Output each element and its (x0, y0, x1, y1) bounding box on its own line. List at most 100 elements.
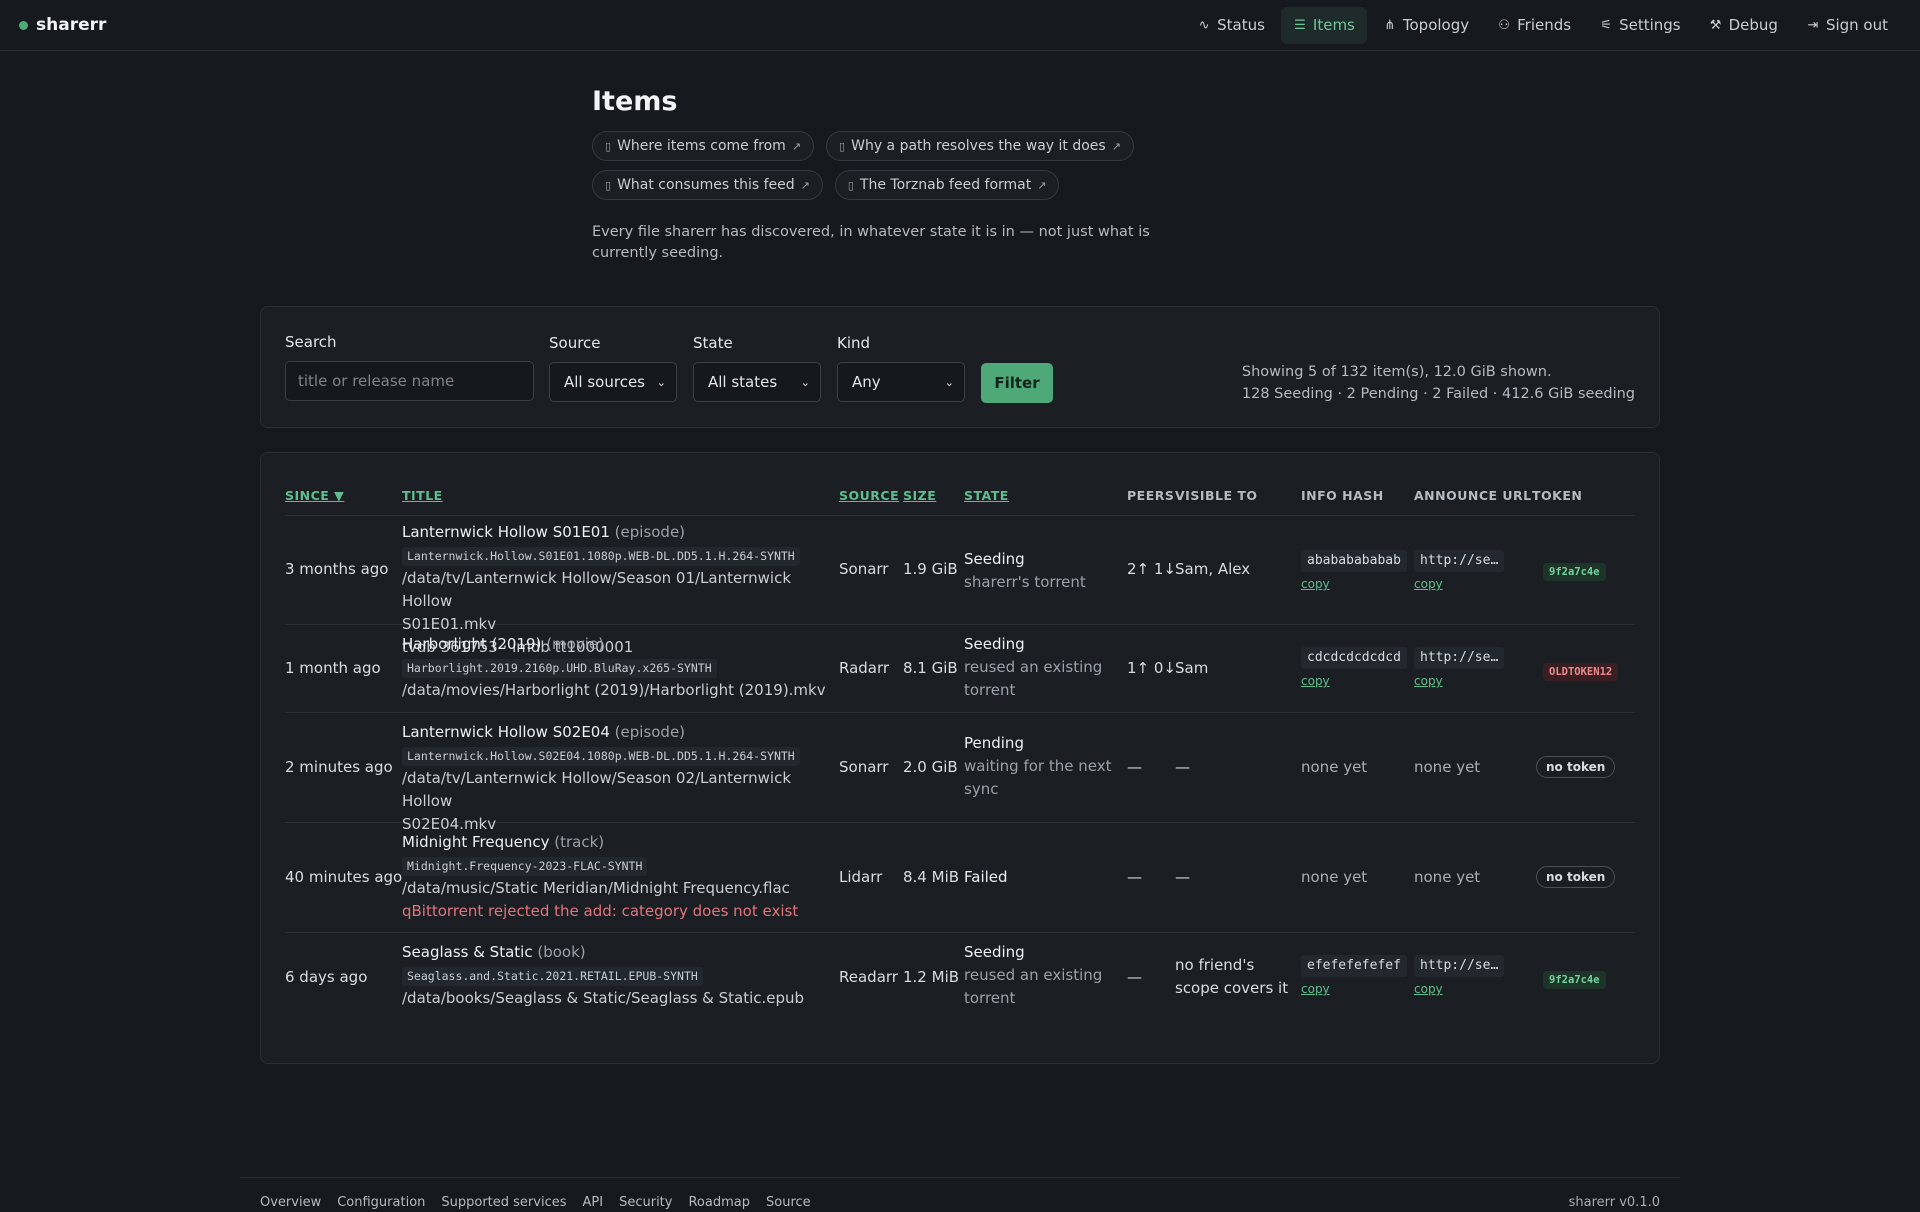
error-message: qBittorrent rejected the add: category d… (402, 902, 799, 920)
item-title: Lanternwick Hollow S01E01 (402, 523, 610, 541)
kind-group: Kind Any ⌄ (837, 334, 965, 402)
external-link-icon: ↗ (1111, 139, 1121, 153)
doc-link-item-sources[interactable]: ▯ Where items come from ↗ (592, 131, 815, 161)
state-cell: Failed (964, 866, 1114, 889)
copy-hash-link[interactable]: copy (1301, 979, 1407, 999)
title-cell: Harborlight (2019) (movie) Harborlight.2… (402, 633, 832, 702)
since-cell: 2 minutes ago (285, 758, 393, 776)
state-detail: sharerr's torrent (964, 573, 1086, 591)
nav-settings[interactable]: ⚟ Settings (1587, 7, 1693, 44)
item-kind: (track) (554, 833, 605, 851)
peers-cell: — (1127, 868, 1142, 886)
nav-settings-label: Settings (1619, 16, 1681, 34)
book-icon: ▯ (605, 178, 612, 192)
nav-items[interactable]: ☰ Items (1280, 6, 1367, 44)
footer-link-configuration[interactable]: Configuration (337, 1195, 425, 1210)
footer-link-roadmap[interactable]: Roadmap (688, 1195, 750, 1210)
table-row: 6 days ago Seaglass & Static (book) Seag… (285, 933, 1635, 1043)
nav-sign-out-label: Sign out (1825, 16, 1888, 34)
state-group: State All states ⌄ (693, 334, 821, 402)
search-placeholder: title or release name (298, 372, 455, 390)
state-select[interactable]: All states ⌄ (693, 362, 821, 402)
footer-link-overview[interactable]: Overview (260, 1195, 321, 1210)
doc-link-torznab-format[interactable]: ▯ The Torznab feed format ↗ (834, 170, 1060, 200)
footer-link-source[interactable]: Source (766, 1195, 811, 1210)
brand[interactable]: sharerr (19, 15, 106, 35)
sliders-icon: ⚟ (1600, 17, 1612, 33)
copy-announce-link[interactable]: copy (1414, 574, 1504, 594)
info-hash-cell: cdcdcdcdcdcd copy (1301, 645, 1407, 691)
items-table: SINCE ▼ TITLE SOURCE SIZE STATE PEERS VI… (260, 452, 1660, 1064)
copy-hash-link[interactable]: copy (1301, 574, 1407, 594)
state-cell: Seeding reused an existing torrent (964, 633, 1114, 702)
announce-url-cell: http://se… copy (1414, 548, 1505, 594)
column-source[interactable]: SOURCE (839, 488, 899, 503)
info-hash: efefefefefef (1301, 955, 1407, 977)
visible-to-cell: — (1175, 868, 1190, 886)
item-kind: (book) (537, 943, 586, 961)
state-value: Pending (964, 734, 1024, 752)
copy-announce-link[interactable]: copy (1414, 979, 1504, 999)
footer-link-api[interactable]: API (583, 1195, 604, 1210)
since-cell: 3 months ago (285, 560, 389, 578)
token-cell: no token (1536, 865, 1616, 888)
book-icon: ▯ (605, 139, 612, 153)
filter-button[interactable]: Filter (981, 363, 1053, 403)
column-state[interactable]: STATE (964, 488, 1009, 503)
peers-cell: — (1127, 758, 1142, 776)
list-icon: ☰ (1294, 17, 1306, 33)
announce-url-cell: none yet (1414, 758, 1481, 776)
nav-topology[interactable]: ⋔ Topology (1371, 7, 1481, 44)
copy-hash-link[interactable]: copy (1301, 671, 1407, 691)
size-cell: 8.1 GiB (903, 659, 958, 677)
search-input[interactable]: title or release name (285, 361, 534, 401)
column-size[interactable]: SIZE (903, 488, 936, 503)
doc-link-feed-consumers[interactable]: ▯ What consumes this feed ↗ (592, 170, 823, 200)
nav-status[interactable]: ∿ Status (1185, 7, 1277, 44)
footer-link-security[interactable]: Security (619, 1195, 672, 1210)
kind-select[interactable]: Any ⌄ (837, 362, 965, 402)
size-cell: 8.4 MiB (903, 868, 960, 886)
state-label: State (693, 334, 733, 352)
state-cell: Seeding reused an existing torrent (964, 941, 1114, 1010)
search-label: Search (285, 333, 337, 351)
column-title[interactable]: TITLE (402, 488, 443, 503)
table-row: 2 minutes ago Lanternwick Hollow S02E04 … (285, 713, 1635, 833)
nav-friends[interactable]: ⚇ Friends (1485, 7, 1583, 44)
doc-link-label: Where items come from (617, 138, 786, 154)
nav-items-label: Items (1312, 16, 1355, 34)
state-detail-cont: torrent (964, 989, 1016, 1007)
peers-cell: 2↑ 1↓ (1127, 560, 1176, 578)
state-cell: Pending waiting for the next sync (964, 732, 1114, 801)
source-select[interactable]: All sources ⌄ (549, 362, 677, 402)
search-group: Search title or release name (285, 333, 534, 401)
source-select-value: All sources (564, 373, 645, 391)
column-since[interactable]: SINCE ▼ (285, 488, 344, 503)
footer-divider (240, 1177, 1680, 1178)
state-value: Failed (964, 868, 1008, 886)
release-name: Harborlight.2019.2160p.UHD.BluRay.x265-S… (402, 659, 717, 678)
token-badge: 9f2a7c4e (1543, 971, 1606, 989)
item-path: /data/tv/Lanternwick Hollow/Season 02/La… (402, 769, 792, 810)
column-peers: PEERS (1127, 488, 1175, 503)
info-hash-cell: none yet (1301, 868, 1368, 886)
item-path: /data/movies/Harborlight (2019)/Harborli… (402, 681, 826, 699)
since-cell: 6 days ago (285, 968, 368, 986)
source-label: Source (549, 334, 601, 352)
state-detail-cont: sync (964, 780, 999, 798)
activity-icon: ∿ (1198, 17, 1210, 33)
doc-links: ▯ Where items come from ↗ ▯ Why a path r… (592, 131, 1152, 200)
item-title: Midnight Frequency (402, 833, 550, 851)
token-badge: no token (1536, 756, 1616, 778)
doc-link-path-resolution[interactable]: ▯ Why a path resolves the way it does ↗ (826, 131, 1134, 161)
nav-debug[interactable]: ⚒ Debug (1697, 7, 1790, 44)
stats-line-shown: Showing 5 of 132 item(s), 12.0 GiB shown… (1241, 364, 1552, 380)
chevron-down-icon: ⌄ (656, 375, 666, 389)
brand-name: sharerr (36, 15, 107, 35)
nav-sign-out[interactable]: ⇥ Sign out (1794, 7, 1900, 44)
book-icon: ▯ (847, 178, 854, 192)
item-title: Lanternwick Hollow S02E04 (402, 723, 610, 741)
state-value: Seeding (964, 943, 1025, 961)
footer-link-supported-services[interactable]: Supported services (441, 1195, 566, 1210)
copy-announce-link[interactable]: copy (1414, 671, 1504, 691)
